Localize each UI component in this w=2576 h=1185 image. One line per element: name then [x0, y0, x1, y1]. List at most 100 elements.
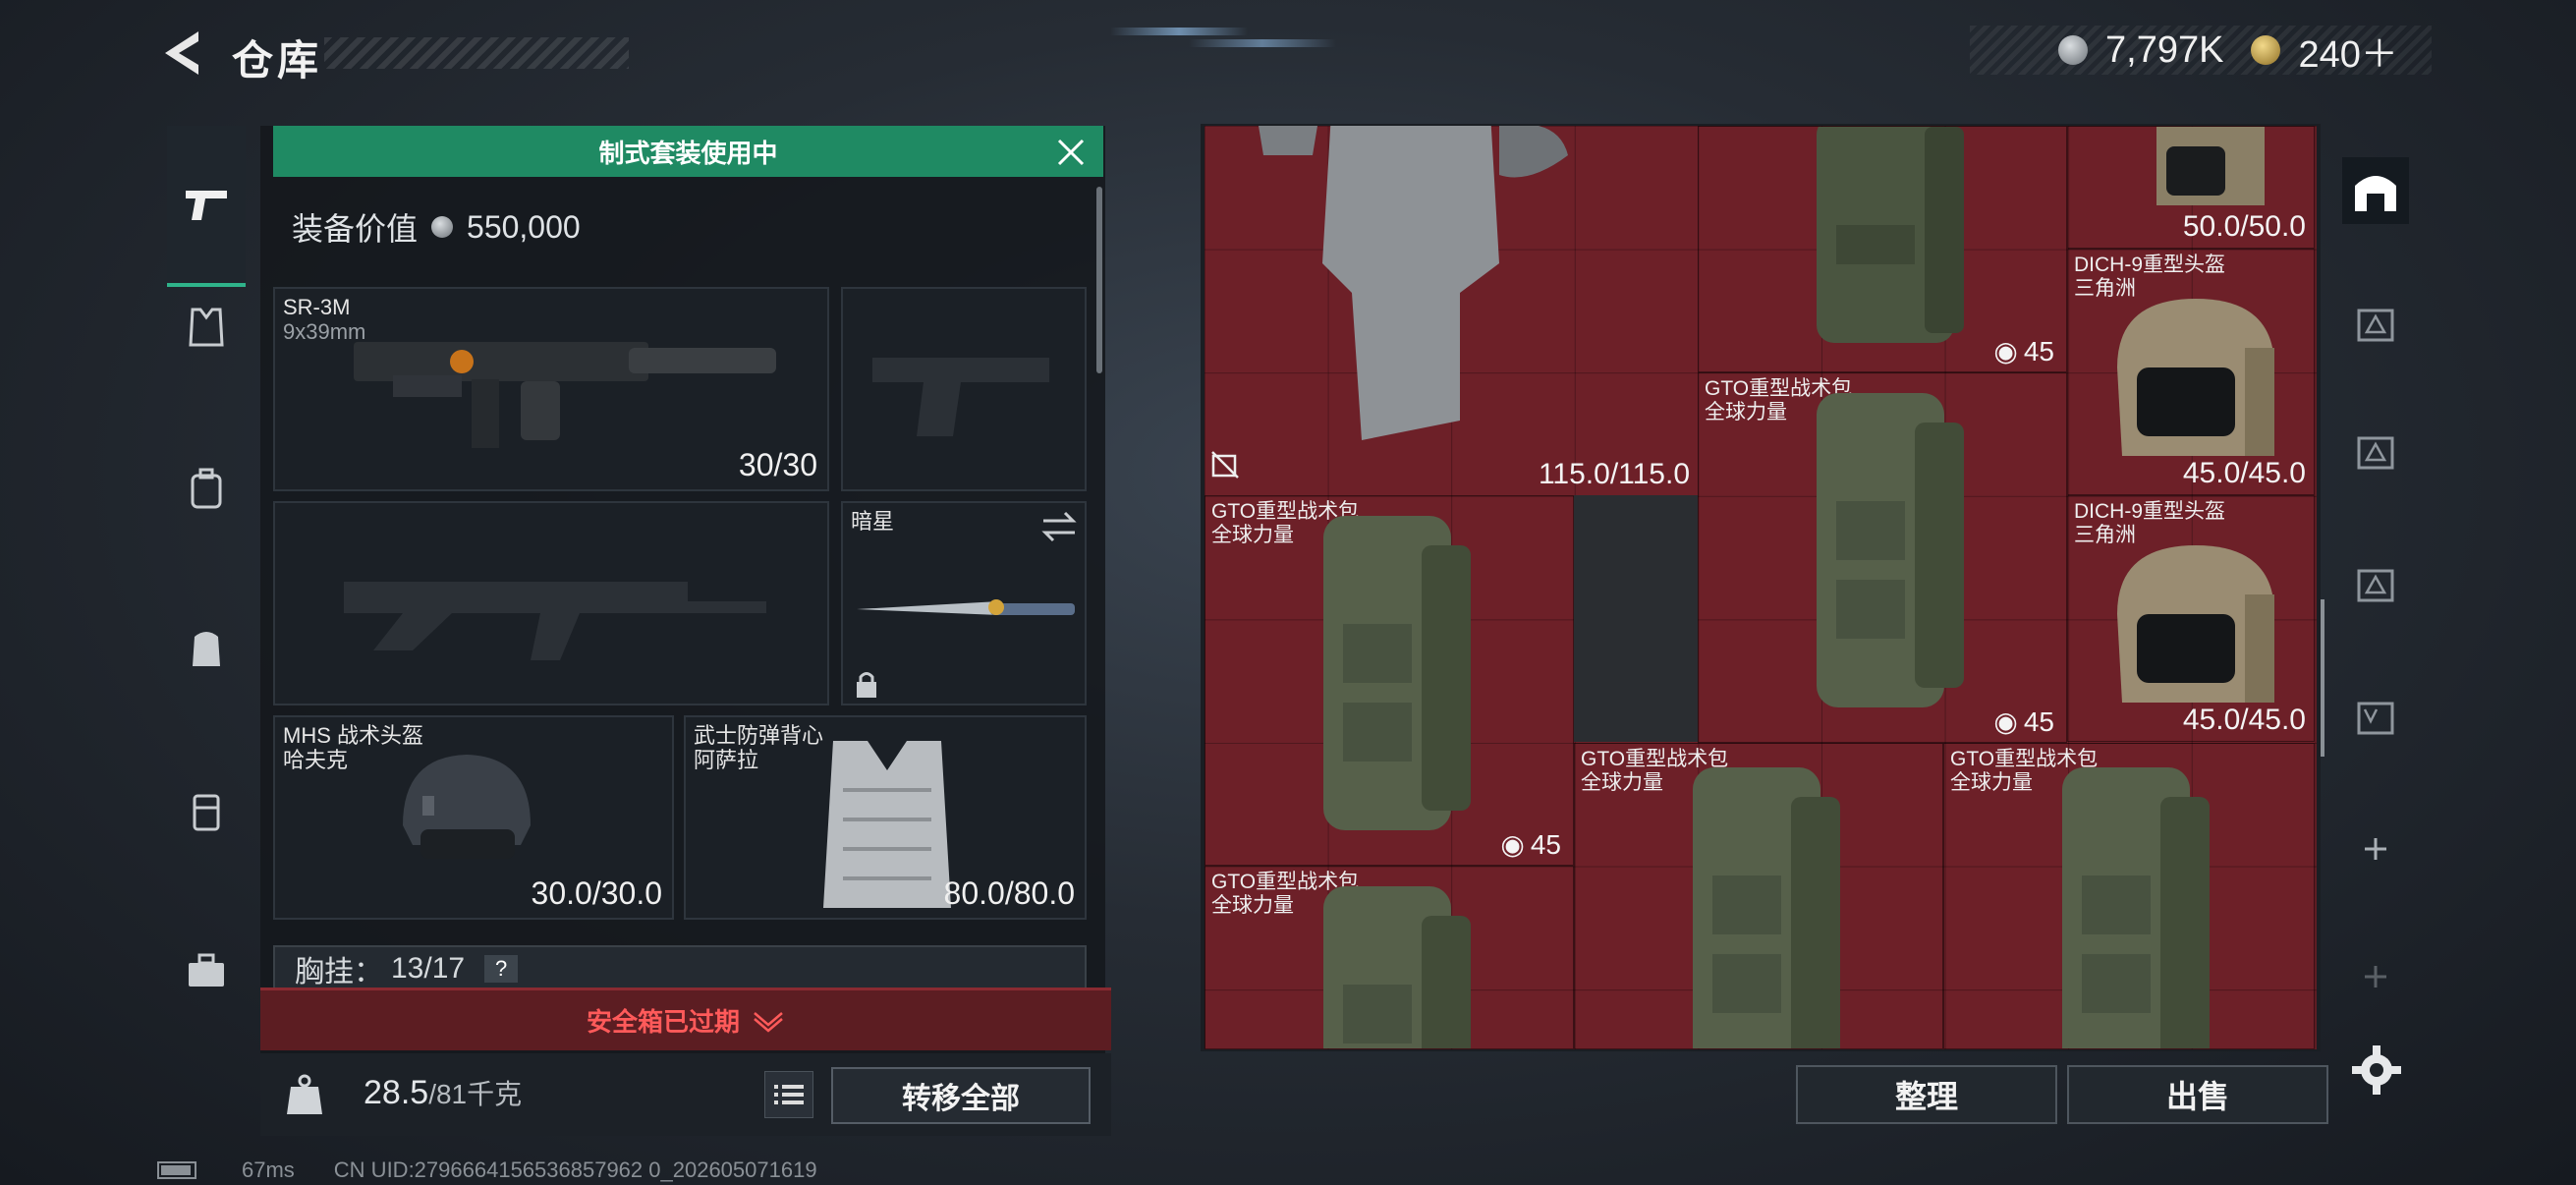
armor-durability: 80.0/80.0	[943, 875, 1075, 911]
gear-icon	[2352, 1045, 2401, 1095]
stash-item-backpack[interactable]: GTO重型战术包 全球力量	[1574, 743, 1943, 1049]
add-stash-page-button-disabled	[2342, 943, 2409, 1010]
rail-stash-page-5[interactable]	[2342, 683, 2409, 750]
stash-v-page-icon	[2357, 702, 2394, 735]
rail-stash-page-4[interactable]	[2342, 550, 2409, 617]
list-view-button[interactable]	[764, 1071, 813, 1118]
item-durability: 50.0/50.0	[2182, 210, 2306, 243]
item-durability: 45.0/45.0	[2182, 457, 2306, 489]
item-durability: 45.0/45.0	[2182, 704, 2306, 736]
left-category-rail	[157, 116, 255, 1104]
item-durability: 115.0/115.0	[1538, 458, 1690, 490]
stash-item-backpack[interactable]: ◉ 45	[1698, 126, 2067, 372]
lock-icon	[857, 672, 876, 698]
backpack-image	[1817, 393, 1964, 707]
stash-item-backpack[interactable]: GTO重型战术包 全球力量 ◉ 45	[1204, 495, 1574, 866]
backpack-image	[1693, 767, 1840, 1048]
stash-item-backpack[interactable]: GTO重型战术包 全球力量	[1204, 866, 1574, 1049]
back-button[interactable]	[157, 28, 206, 79]
currency-bar: 7,797K 240＋	[1970, 24, 2432, 78]
page-title: 仓库	[232, 37, 323, 84]
right-stash-rail	[2336, 138, 2415, 1100]
stash-home-icon	[2355, 176, 2396, 211]
primary-weapon-slot[interactable]: SR-3M 9x39mm 30/30	[273, 287, 829, 491]
pistol-icon	[186, 191, 227, 220]
title-decoration	[324, 37, 629, 69]
armor-name: 武士防弹背心 阿萨拉	[694, 723, 823, 772]
rig-count: 13/17	[391, 952, 466, 985]
silver-coin-icon	[431, 216, 454, 238]
chevron-down-icon	[754, 1011, 783, 1033]
rail-armor[interactable]	[167, 288, 246, 367]
sell-button[interactable]: 出售	[2067, 1065, 2328, 1124]
armor-slot[interactable]: 武士防弹背心 阿萨拉 80.0/80.0	[684, 715, 1087, 920]
helmet-slot[interactable]: MHS 战术头盔 哈夫克 30.0/30.0	[273, 715, 674, 920]
helmet-image	[2117, 545, 2274, 703]
melee-slot[interactable]: 暗星	[841, 501, 1087, 705]
weapon-durability: 30/30	[738, 447, 817, 482]
stash-item-helmet[interactable]: 50.0/50.0	[2067, 126, 2315, 249]
rail-backpack[interactable]	[167, 450, 246, 529]
item-capacity: ◉ 45	[1500, 828, 1561, 861]
pistol-silhouette-icon	[872, 358, 1049, 436]
help-icon[interactable]: ?	[484, 955, 519, 983]
settings-button[interactable]	[2350, 1044, 2403, 1097]
loadout-scrollbar[interactable]	[1096, 187, 1102, 373]
rifle-image	[354, 342, 776, 448]
rail-container[interactable]	[167, 772, 246, 851]
swap-icon[interactable]	[1039, 509, 1079, 544]
rail-toolbox[interactable]	[167, 931, 246, 1010]
stash-item-backpack[interactable]: GTO重型战术包 全球力量 ◉ 45	[1698, 372, 2067, 743]
rig-icon	[193, 632, 220, 666]
silver-amount: 7,797K	[2105, 28, 2224, 71]
safe-box-expired-banner[interactable]: 安全箱已过期	[260, 988, 1111, 1050]
equipment-value: 装备价值 550,000	[292, 204, 581, 250]
case-icon	[193, 794, 220, 831]
list-icon	[774, 1085, 804, 1104]
item-capacity: ◉ 45	[1993, 705, 2054, 738]
uid-readout: CN UID:2796664156536857962 0_20260507161…	[333, 1157, 817, 1182]
stash-page-icon	[2357, 569, 2394, 602]
secondary-weapon-slot[interactable]	[273, 501, 829, 705]
item-model: DICH-9重型头盔	[2074, 500, 2226, 523]
sidearm-slot[interactable]	[841, 287, 1087, 491]
helmet-durability: 30.0/30.0	[531, 875, 662, 911]
capacity-value: 45	[2023, 705, 2054, 737]
helmet-image	[403, 755, 531, 859]
transfer-all-button[interactable]: 转移全部	[831, 1067, 1091, 1124]
item-model: DICH-9重型头盔	[2074, 254, 2226, 276]
no-stack-icon	[1211, 451, 1239, 479]
rail-rig[interactable]	[167, 609, 246, 688]
item-capacity: ◉ 45	[1993, 335, 2054, 367]
rifle-silhouette-icon	[344, 582, 766, 660]
stash-item-helmet[interactable]: DICH-9重型头盔 三角洲 45.0/45.0	[2067, 495, 2315, 742]
plus-icon	[2365, 966, 2386, 988]
capacity-value: 45	[1530, 828, 1561, 860]
close-banner-button[interactable]	[1051, 133, 1091, 172]
rail-weapons[interactable]	[167, 126, 246, 287]
plus-icon	[2365, 838, 2386, 860]
weight-max: /81千克	[428, 1079, 523, 1109]
stash-grid[interactable]: 115.0/115.0 ◉ 45 50.0/50.0 DICH-9重型头盔 三角洲	[1204, 126, 2317, 1049]
capacity-value: 45	[2023, 335, 2054, 367]
rail-stash-page-2[interactable]	[2342, 290, 2409, 357]
ceiling-light	[1189, 39, 1336, 47]
stash-item-armor[interactable]: 115.0/115.0	[1204, 126, 1698, 495]
sort-button[interactable]: 整理	[1796, 1065, 2057, 1124]
rail-stash-page-3[interactable]	[2342, 418, 2409, 484]
gold-coin-icon	[2251, 35, 2281, 65]
vest-icon	[189, 308, 224, 347]
gold-amount[interactable]: 240＋	[2298, 24, 2397, 78]
stash-item-helmet[interactable]: DICH-9重型头盔 三角洲 45.0/45.0	[2067, 249, 2315, 495]
armor-item-image	[1259, 126, 1568, 440]
chest-rig-row[interactable]: 胸挂： 13/17 ?	[273, 945, 1087, 992]
ping-readout: 67ms	[242, 1157, 295, 1182]
empty-grid-cell[interactable]	[1574, 495, 1698, 742]
add-stash-page-button[interactable]	[2342, 816, 2409, 882]
stash-page-icon	[2357, 309, 2394, 342]
stash-scrollbar[interactable]	[2321, 599, 2324, 757]
suit-in-use-banner: 制式套装使用中	[273, 126, 1103, 177]
rail-main-stash[interactable]	[2342, 157, 2409, 224]
capacity-icon: ◉	[1993, 336, 2018, 367]
stash-item-backpack[interactable]: GTO重型战术包 全球力量	[1943, 743, 2315, 1049]
